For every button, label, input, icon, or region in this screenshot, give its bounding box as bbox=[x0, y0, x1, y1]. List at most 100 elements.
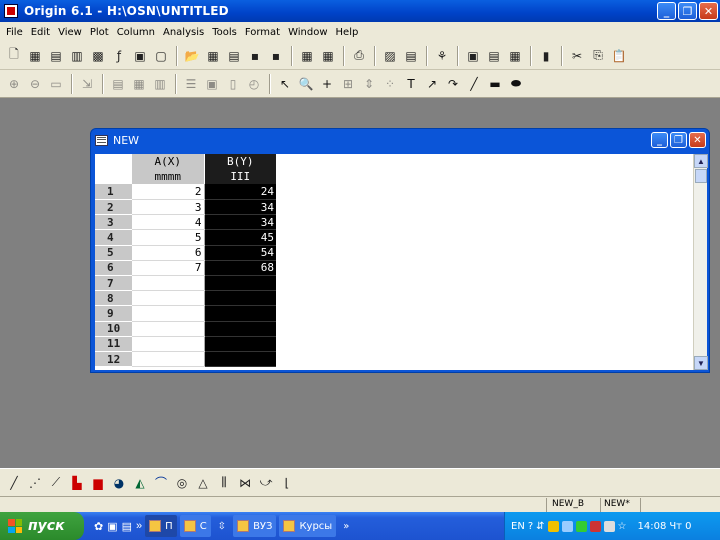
scroll-up-icon[interactable]: ▲ bbox=[694, 154, 708, 168]
script-window-icon[interactable]: ▮ bbox=[536, 46, 556, 66]
task-button[interactable]: ВУЗ bbox=[233, 515, 277, 537]
multi-curve-icon[interactable]: ⋈ bbox=[235, 473, 255, 493]
corner-cell[interactable] bbox=[95, 154, 132, 170]
worksheet-vertical-scrollbar[interactable]: ▲ ▼ bbox=[693, 154, 708, 370]
row-header[interactable]: 6 bbox=[95, 260, 132, 277]
menu-tools[interactable]: Tools bbox=[208, 27, 241, 38]
cell-b[interactable] bbox=[204, 321, 276, 337]
browser-icon[interactable]: ✿ bbox=[94, 520, 103, 533]
merge-icon[interactable]: ▦ bbox=[129, 74, 149, 94]
cell-b[interactable]: 45 bbox=[204, 229, 276, 246]
new-layout-icon[interactable]: ▣ bbox=[130, 46, 150, 66]
row-header[interactable]: 1 bbox=[95, 184, 132, 201]
line-tool-icon[interactable]: ╱ bbox=[464, 74, 484, 94]
copy-icon[interactable]: ⎘ bbox=[588, 46, 608, 66]
triangle-plot-icon[interactable]: △ bbox=[193, 473, 213, 493]
cell-a[interactable]: 2 bbox=[132, 184, 205, 201]
template-library-icon[interactable]: ⌊ bbox=[277, 473, 297, 493]
task-button[interactable]: С bbox=[179, 515, 211, 537]
draw-data-icon[interactable]: ⁘ bbox=[380, 74, 400, 94]
minimize-button[interactable]: _ bbox=[657, 2, 676, 20]
row-header[interactable]: 9 bbox=[95, 305, 132, 322]
cell-a[interactable] bbox=[132, 351, 205, 368]
results-log-icon[interactable]: ⚘ bbox=[432, 46, 452, 66]
cell-b[interactable] bbox=[204, 351, 276, 368]
save-template-icon[interactable]: ▪ bbox=[266, 46, 286, 66]
close-button[interactable]: ✕ bbox=[699, 2, 718, 20]
menu-edit[interactable]: Edit bbox=[27, 27, 54, 38]
start-button[interactable]: пуск bbox=[0, 512, 84, 540]
menu-file[interactable]: File bbox=[2, 27, 27, 38]
scroll-thumb[interactable] bbox=[695, 169, 707, 183]
cell-a[interactable] bbox=[132, 305, 205, 322]
curved-arrow-icon[interactable]: ↷ bbox=[443, 74, 463, 94]
cell-a[interactable] bbox=[132, 275, 205, 292]
cell-a[interactable]: 3 bbox=[132, 199, 205, 216]
new-matrix-icon[interactable]: ▩ bbox=[88, 46, 108, 66]
maximize-button[interactable]: ❐ bbox=[678, 2, 697, 20]
app-title-bar[interactable]: Origin 6.1 - H:\OSN\UNTITLED _ ❐ ✕ bbox=[0, 0, 720, 22]
cell-a[interactable] bbox=[132, 336, 205, 352]
column-format-a[interactable]: mmmm bbox=[132, 169, 205, 185]
column-header-a[interactable]: A(X) bbox=[132, 154, 205, 170]
flag-icon[interactable] bbox=[589, 520, 601, 532]
cell-b[interactable]: 34 bbox=[204, 214, 276, 231]
arrow-tool-icon[interactable]: ↗ bbox=[422, 74, 442, 94]
disk-icon[interactable]: ▤ bbox=[122, 520, 132, 533]
line-symbol-plot-icon[interactable]: ⟋ bbox=[46, 473, 66, 493]
row-header[interactable]: 4 bbox=[95, 229, 132, 246]
scatter-plot-icon[interactable]: ⋰ bbox=[25, 473, 45, 493]
row-header[interactable]: 7 bbox=[95, 275, 132, 292]
cell-a[interactable] bbox=[132, 290, 205, 307]
arrange-icon[interactable]: ▥ bbox=[150, 74, 170, 94]
cell-b[interactable] bbox=[204, 336, 276, 352]
cell-b[interactable] bbox=[204, 305, 276, 322]
cell-b[interactable]: 24 bbox=[204, 184, 276, 201]
menu-analysis[interactable]: Analysis bbox=[159, 27, 208, 38]
pointer-icon[interactable]: ↖ bbox=[275, 74, 295, 94]
column-plot-icon[interactable]: ▙ bbox=[67, 473, 87, 493]
star-icon[interactable]: ☆ bbox=[618, 521, 627, 532]
scroll-down-icon[interactable]: ▼ bbox=[694, 356, 708, 370]
volume-icon[interactable] bbox=[561, 520, 573, 532]
antivirus-icon[interactable] bbox=[575, 520, 587, 532]
cell-a[interactable]: 5 bbox=[132, 229, 205, 246]
rescale-icon[interactable]: ⇲ bbox=[77, 74, 97, 94]
open-excel-icon[interactable]: ▤ bbox=[224, 46, 244, 66]
import-ascii-icon[interactable]: ▦ bbox=[297, 46, 317, 66]
pie-chart-icon[interactable]: ◕ bbox=[109, 473, 129, 493]
data-selector-icon[interactable]: ⇕ bbox=[359, 74, 379, 94]
row-header[interactable]: 12 bbox=[95, 351, 132, 368]
help-icon[interactable]: ? bbox=[528, 521, 533, 532]
cut-icon[interactable]: ✂ bbox=[567, 46, 587, 66]
project-explorer-icon[interactable]: ▤ bbox=[484, 46, 504, 66]
worksheet-title-bar[interactable]: NEW bbox=[91, 129, 709, 151]
network-icon[interactable]: ⇵ bbox=[536, 521, 544, 532]
worksheet-grid[interactable]: A(X) B(Y) mmmm III 1 2 24 2 3 34 3 4 34 4 5 45 5… bbox=[95, 154, 693, 370]
new-project-icon[interactable]: 🗋 bbox=[4, 46, 24, 66]
timer-icon[interactable]: ◴ bbox=[244, 74, 264, 94]
row-header[interactable]: 10 bbox=[95, 321, 132, 337]
extract-icon[interactable]: ▣ bbox=[202, 74, 222, 94]
cell-a[interactable]: 6 bbox=[132, 245, 205, 261]
menu-column[interactable]: Column bbox=[113, 27, 159, 38]
task-scroll-icon[interactable]: ⇳ bbox=[214, 515, 230, 537]
cell-a[interactable]: 4 bbox=[132, 214, 205, 231]
import-multiple-icon[interactable]: ▦ bbox=[318, 46, 338, 66]
command-window-icon[interactable]: ▦ bbox=[505, 46, 525, 66]
row-header[interactable]: 5 bbox=[95, 245, 132, 261]
cell-b[interactable]: 54 bbox=[204, 245, 276, 261]
language-indicator[interactable]: EN bbox=[511, 521, 525, 532]
column-header-b[interactable]: B(Y) bbox=[204, 154, 276, 170]
circle-tool-icon[interactable]: ⬬ bbox=[506, 74, 526, 94]
open-icon[interactable]: 📂 bbox=[182, 46, 202, 66]
cell-b[interactable]: 34 bbox=[204, 199, 276, 216]
new-function-icon[interactable]: ƒ bbox=[109, 46, 129, 66]
ternary-plot-icon[interactable]: ◎ bbox=[172, 473, 192, 493]
code-builder-icon[interactable]: ▣ bbox=[463, 46, 483, 66]
text-tool-icon[interactable]: T bbox=[401, 74, 421, 94]
new-worksheet-icon[interactable]: ▦ bbox=[25, 46, 45, 66]
area-plot-icon[interactable]: ◭ bbox=[130, 473, 150, 493]
menu-plot[interactable]: Plot bbox=[86, 27, 113, 38]
cell-a[interactable]: 7 bbox=[132, 260, 205, 277]
